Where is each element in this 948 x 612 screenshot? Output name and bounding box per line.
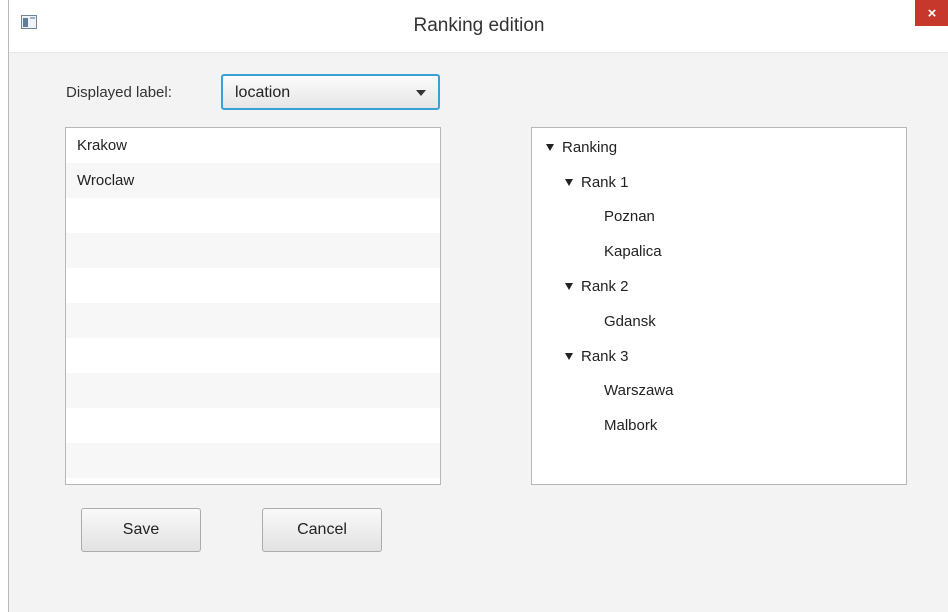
list-item-empty: [66, 268, 440, 303]
tree-node-leaf[interactable]: Gdansk: [604, 304, 656, 339]
title-bar[interactable]: Ranking edition ×: [9, 0, 948, 53]
list-item-empty: [66, 478, 440, 484]
tree-node-leaf[interactable]: Kapalica: [604, 234, 662, 269]
tree-node-label: Rank 1: [581, 174, 629, 191]
tree-node-rank[interactable]: Rank 3: [565, 339, 629, 374]
tree-node-rank[interactable]: Rank 1: [565, 165, 629, 200]
list-item-empty: [66, 373, 440, 408]
list-item-empty: [66, 443, 440, 478]
tree-node-leaf[interactable]: Poznan: [604, 199, 655, 234]
cancel-button[interactable]: Cancel: [262, 508, 382, 552]
window-title: Ranking edition: [413, 15, 545, 36]
location-list[interactable]: Krakow Wroclaw: [65, 127, 441, 485]
expand-arrow-icon[interactable]: [546, 143, 554, 151]
close-button[interactable]: ×: [915, 0, 948, 26]
expand-arrow-icon[interactable]: [565, 282, 573, 290]
tree-node-label: Rank 2: [581, 278, 629, 295]
ranking-tree[interactable]: Ranking Rank 1 Poznan Kapalica Rank 2 Gd…: [531, 127, 907, 485]
tree-node-root[interactable]: Ranking: [546, 130, 617, 165]
tree-node-label: Rank 3: [581, 348, 629, 365]
tree-node-label: Ranking: [562, 139, 618, 156]
list-item[interactable]: Wroclaw: [66, 163, 440, 198]
list-item-empty: [66, 303, 440, 338]
save-button[interactable]: Save: [81, 508, 201, 552]
tree-node-leaf[interactable]: Malbork: [604, 408, 657, 443]
combobox-value: location: [235, 84, 291, 101]
list-item-empty: [66, 408, 440, 443]
list-item-empty: [66, 233, 440, 268]
expand-arrow-icon[interactable]: [565, 178, 573, 186]
tree-node-leaf[interactable]: Warszawa: [604, 373, 673, 408]
tree-node-rank[interactable]: Rank 2: [565, 269, 629, 304]
dialog-window: Ranking edition × Displayed label: locat…: [8, 0, 948, 612]
chevron-down-icon: [416, 90, 426, 96]
close-icon: ×: [927, 4, 937, 22]
list-item-empty: [66, 198, 440, 233]
list-item[interactable]: Krakow: [66, 128, 440, 163]
displayed-label-combobox[interactable]: location: [221, 74, 440, 110]
expand-arrow-icon[interactable]: [565, 352, 573, 360]
displayed-label-caption: Displayed label:: [66, 84, 172, 101]
list-item-empty: [66, 338, 440, 373]
